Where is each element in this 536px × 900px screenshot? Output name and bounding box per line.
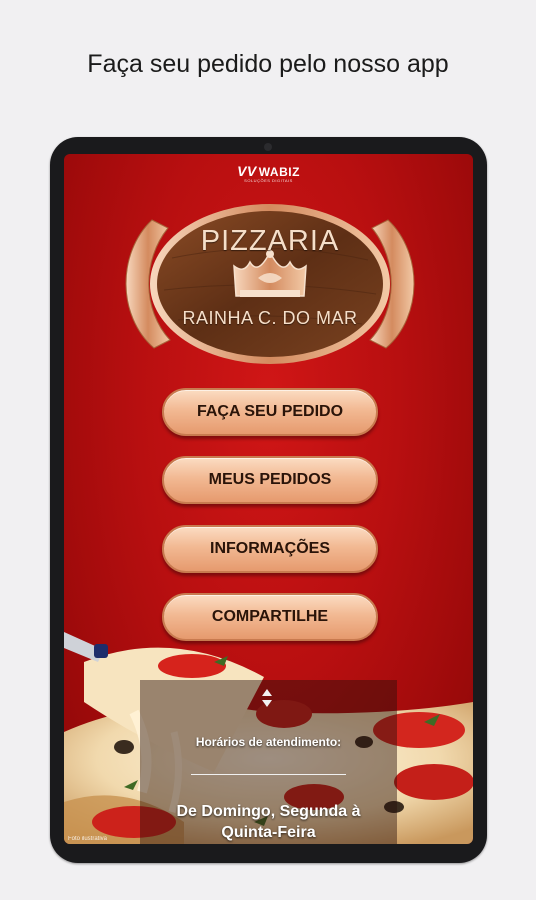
hours-divider: [191, 774, 346, 775]
camera-dot: [264, 143, 272, 151]
hours-days-line-2: Quinta-Feira: [221, 824, 316, 841]
my-orders-button[interactable]: MEUS PEDIDOS: [162, 456, 378, 504]
info-button[interactable]: INFORMAÇÕES: [162, 525, 378, 573]
hours-title: Horários de atendimento:: [195, 735, 342, 749]
brand-name: WABIZ: [258, 165, 300, 179]
logo-title: PIZZARIA: [200, 225, 340, 257]
photo-caption: Foto ilustrativa: [68, 836, 108, 842]
brand-tagline: SOLUÇÕES DIGITAIS: [244, 178, 293, 183]
app-screen: VV WABIZ SOLUÇÕES DIGITAIS PIZZARIA RAIN…: [64, 154, 473, 844]
scroll-arrows-icon[interactable]: [261, 687, 273, 709]
hours-days: De Domingo, Segunda à Quinta-Feira: [140, 801, 397, 843]
hours-days-line-1: De Domingo, Segunda à: [176, 803, 361, 820]
order-button[interactable]: FAÇA SEU PEDIDO: [162, 388, 378, 436]
logo-subtitle: RAINHA C. DO MAR: [182, 308, 358, 328]
tablet-frame: VV WABIZ SOLUÇÕES DIGITAIS PIZZARIA RAIN…: [50, 137, 487, 863]
logo-text: PIZZARIA RAINHA C. DO MAR: [112, 198, 428, 370]
headline: Faça seu pedido pelo nosso app: [87, 50, 449, 78]
opening-hours-panel[interactable]: Horários de atendimento: De Domingo, Seg…: [140, 680, 397, 844]
wabiz-logo-icon: VV WABIZ SOLUÇÕES DIGITAIS: [64, 163, 473, 183]
